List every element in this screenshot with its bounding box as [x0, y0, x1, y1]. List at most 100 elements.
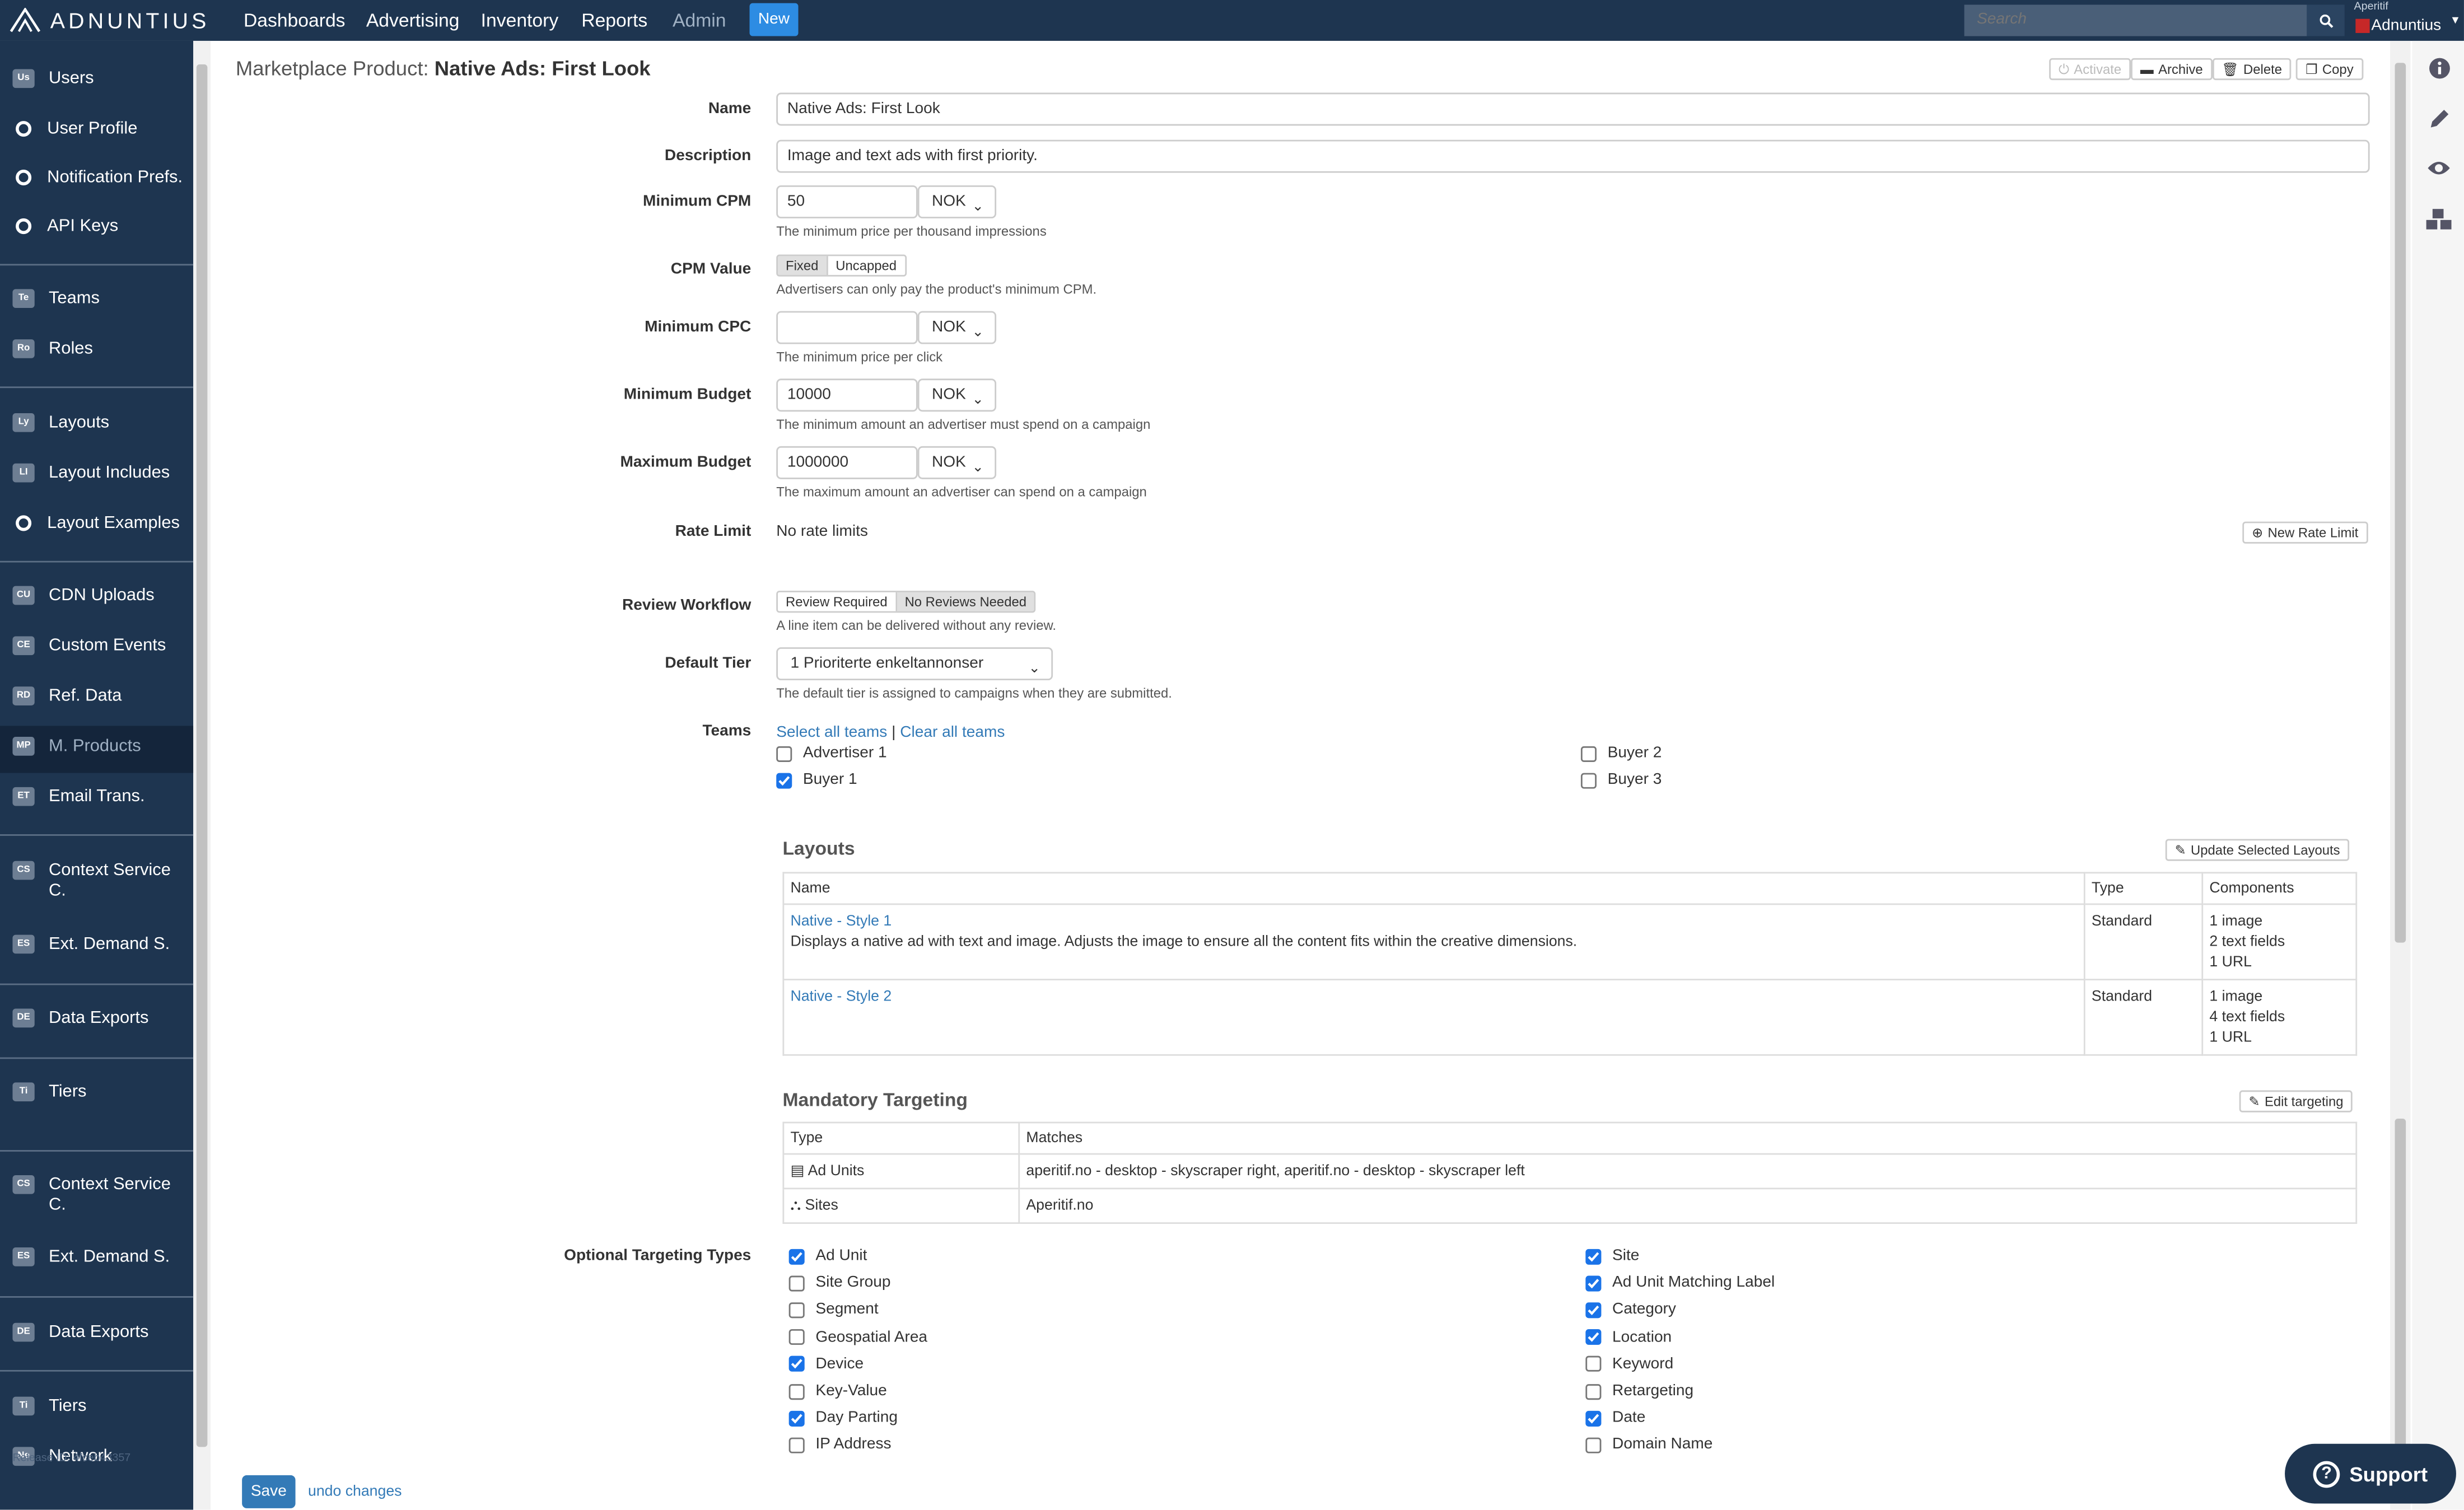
name-field[interactable] — [776, 92, 2370, 126]
table-row: ⛬ Sites Aperitif.no — [782, 1188, 2358, 1224]
new-rate-limit-button[interactable]: ⊕ New Rate Limit — [2242, 521, 2368, 544]
sidebar-item-ext-demand[interactable]: ES Ext. Demand S. — [0, 934, 193, 955]
optional-targeting-device[interactable]: Device — [788, 1355, 864, 1373]
sidebar-item-cdn-uploads[interactable]: CU CDN Uploads — [0, 586, 193, 606]
nav-inventory[interactable]: Inventory — [481, 10, 559, 31]
save-button[interactable]: Save — [242, 1475, 296, 1508]
sidebar-item-layout-includes[interactable]: LI Layout Includes — [0, 463, 193, 484]
sidebar-item-roles[interactable]: Ro Roles — [0, 339, 193, 359]
copy-button[interactable]: ❐ Copy — [2296, 58, 2363, 81]
undo-changes-link[interactable]: undo changes — [308, 1483, 402, 1500]
brand-logo[interactable]: ADNUNTIUS — [10, 6, 210, 35]
max-budget-field[interactable] — [776, 446, 918, 479]
nav-dashboards[interactable]: Dashboards — [244, 10, 346, 31]
search-input[interactable] — [1964, 4, 2307, 36]
description-field[interactable] — [776, 139, 2370, 173]
plus-circle-icon: ⊕ — [2252, 525, 2264, 541]
sidebar-item-user-profile[interactable]: User Profile — [0, 119, 193, 139]
cpm-fixed-option[interactable]: Fixed — [778, 256, 828, 275]
select-all-teams-link[interactable]: Select all teams — [776, 724, 887, 742]
clear-all-teams-link[interactable]: Clear all teams — [900, 724, 1005, 742]
search-button[interactable] — [2307, 4, 2345, 36]
trash-icon: 🗑 — [2222, 61, 2239, 77]
optional-targeting-key-value[interactable]: Key-Value — [788, 1382, 887, 1400]
review-workflow-toggle: Review Required No Reviews Needed — [776, 591, 1036, 613]
sidebar-item-tiers[interactable]: Ti Tiers — [0, 1082, 193, 1102]
sidebar-item-email-trans[interactable]: ET Email Trans. — [0, 787, 193, 807]
optional-targeting-date[interactable]: Date — [1585, 1410, 1645, 1427]
min-cpc-field[interactable] — [776, 311, 918, 344]
layout-desc: Displays a native ad with text and image… — [790, 933, 1578, 951]
sidebar-divider — [0, 264, 194, 266]
optional-targeting-retargeting[interactable]: Retargeting — [1585, 1382, 1693, 1400]
sidebar-item-custom-events[interactable]: CE Custom Events — [0, 636, 193, 656]
optional-targeting-domain-name[interactable]: Domain Name — [1585, 1437, 1712, 1454]
sidebar-item-context-service[interactable]: CS Context Service C. — [0, 861, 193, 902]
cpm-uncapped-option[interactable]: Uncapped — [828, 256, 905, 275]
sidebar-item-ref-data[interactable]: RD Ref. Data — [0, 686, 193, 707]
sidebar-item-teams[interactable]: Te Teams — [0, 289, 193, 309]
info-icon[interactable] — [2425, 53, 2453, 82]
team-checkbox-buyer-3[interactable]: Buyer 3 — [1580, 772, 1662, 789]
power-icon: ⏻ — [2058, 61, 2069, 77]
optional-targeting-segment[interactable]: Segment — [788, 1302, 879, 1319]
sidebar-item-layouts[interactable]: Ly Layouts — [0, 413, 193, 433]
optional-targeting-keyword[interactable]: Keyword — [1585, 1355, 1673, 1373]
team-checkbox-buyer-2[interactable]: Buyer 2 — [1580, 745, 1662, 762]
optional-targeting-ad-unit[interactable]: Ad Unit — [788, 1247, 867, 1265]
archive-button[interactable]: ▬ Archive — [2131, 58, 2213, 81]
update-layouts-button[interactable]: ✎ Update Selected Layouts — [2165, 839, 2350, 861]
edit-targeting-button[interactable]: ✎ Edit targeting — [2239, 1090, 2353, 1112]
activate-button[interactable]: ⏻ Activate — [2049, 58, 2131, 81]
delete-button[interactable]: 🗑 Delete — [2212, 58, 2292, 81]
eye-icon[interactable] — [2425, 154, 2453, 183]
team-checkbox-buyer-1[interactable]: Buyer 1 — [776, 772, 857, 789]
no-reviews-option[interactable]: No Reviews Needed — [897, 592, 1035, 611]
sidebar-item-data-exports[interactable]: DE Data Exports — [0, 1008, 193, 1029]
team-checkbox-advertiser-1[interactable]: Advertiser 1 — [776, 745, 887, 762]
min-cpc-currency-select[interactable]: NOK ⌄ — [917, 311, 997, 344]
new-button[interactable]: New — [749, 3, 799, 36]
optional-targeting-ad-unit-matching-label[interactable]: Ad Unit Matching Label — [1585, 1274, 1775, 1292]
layout-link[interactable]: Native - Style 2 — [790, 988, 892, 1006]
nav-reports[interactable]: Reports — [581, 10, 647, 31]
sidebar-item-ext-demand-2[interactable]: ES Ext. Demand S. — [0, 1247, 193, 1268]
optional-targeting-ip-address[interactable]: IP Address — [788, 1437, 892, 1454]
layout-link[interactable]: Native - Style 1 — [790, 913, 892, 930]
sidebar-item-layout-examples[interactable]: Layout Examples — [0, 514, 193, 534]
sidebar-item-notification-prefs[interactable]: Notification Prefs. — [0, 168, 193, 188]
max-budget-currency-select[interactable]: NOK ⌄ — [917, 446, 997, 479]
min-cpm-help: The minimum price per thousand impressio… — [776, 223, 1047, 239]
nav-admin[interactable]: Admin — [673, 10, 726, 31]
sidebar-item-tiers-2[interactable]: Ti Tiers — [0, 1396, 193, 1417]
sidebar-divider — [0, 834, 194, 836]
main-scrollbar-thumb[interactable] — [2395, 63, 2406, 943]
sidebar-item-api-keys[interactable]: API Keys — [0, 217, 193, 237]
default-tier-help: The default tier is assigned to campaign… — [776, 685, 1172, 701]
review-required-option[interactable]: Review Required — [778, 592, 897, 611]
sidebar-scrollbar-thumb[interactable] — [196, 64, 208, 1447]
sidebar-item-data-exports-2[interactable]: DE Data Exports — [0, 1322, 193, 1343]
pencil-icon[interactable] — [2425, 104, 2453, 132]
optional-targeting-geospatial-area[interactable]: Geospatial Area — [788, 1329, 927, 1346]
min-budget-field[interactable] — [776, 378, 918, 412]
min-cpm-currency-select[interactable]: NOK ⌄ — [917, 185, 997, 219]
min-budget-label: Minimum Budget — [623, 386, 752, 404]
cubes-icon[interactable] — [2425, 206, 2453, 235]
min-budget-currency-select[interactable]: NOK ⌄ — [917, 378, 997, 412]
optional-targeting-location[interactable]: Location — [1585, 1329, 1672, 1346]
optional-targeting-category[interactable]: Category — [1585, 1302, 1676, 1319]
main-scrollbar-thumb-lower[interactable] — [2395, 1118, 2406, 1496]
optional-targeting-site[interactable]: Site — [1585, 1247, 1639, 1265]
default-tier-select[interactable]: 1 Prioriterte enkeltannonser ⌄ — [776, 647, 1053, 681]
nav-advertising[interactable]: Advertising — [366, 10, 460, 31]
min-cpm-field[interactable] — [776, 185, 918, 219]
description-label: Description — [664, 147, 752, 165]
optional-targeting-site-group[interactable]: Site Group — [788, 1274, 891, 1292]
user-menu[interactable]: Aperitif Adnuntius ▼ — [2353, 2, 2464, 39]
sidebar-item-context-service-2[interactable]: CS Context Service C. — [0, 1175, 193, 1216]
support-button[interactable]: ? Support — [2285, 1443, 2456, 1504]
sidebar-item-m-products[interactable]: MP M. Products — [0, 726, 194, 773]
optional-targeting-day-parting[interactable]: Day Parting — [788, 1410, 898, 1427]
sidebar-item-users[interactable]: Us Users — [0, 69, 193, 89]
